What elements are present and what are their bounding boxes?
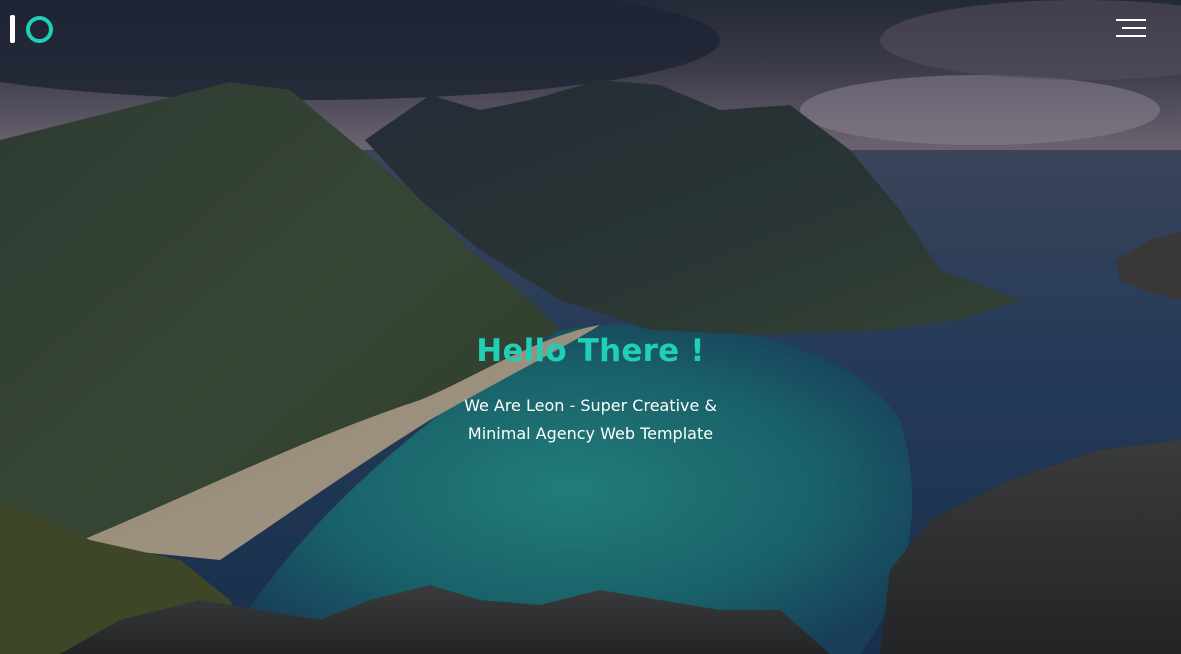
- hero-background-image: [0, 0, 1181, 654]
- logo-ring-icon: [26, 15, 53, 43]
- hero-subtitle-line: Minimal Agency Web Template: [467, 424, 714, 443]
- hero-subtitle: We Are Leon - Super Creative & Minimal A…: [431, 392, 751, 448]
- logo-bar-icon: [10, 15, 15, 43]
- hero-title: Hello There !: [476, 333, 705, 369]
- hero-subtitle-line: We Are Leon - Super Creative &: [464, 396, 717, 415]
- menu-line: [1116, 35, 1146, 37]
- menu-line: [1116, 19, 1146, 21]
- hero-content: Hello There ! We Are Leon - Super Creati…: [0, 330, 1181, 448]
- hamburger-menu-icon[interactable]: [1113, 16, 1149, 40]
- menu-line: [1122, 27, 1146, 29]
- site-logo[interactable]: [10, 14, 53, 44]
- hero-section: Hello There ! We Are Leon - Super Creati…: [0, 0, 1181, 654]
